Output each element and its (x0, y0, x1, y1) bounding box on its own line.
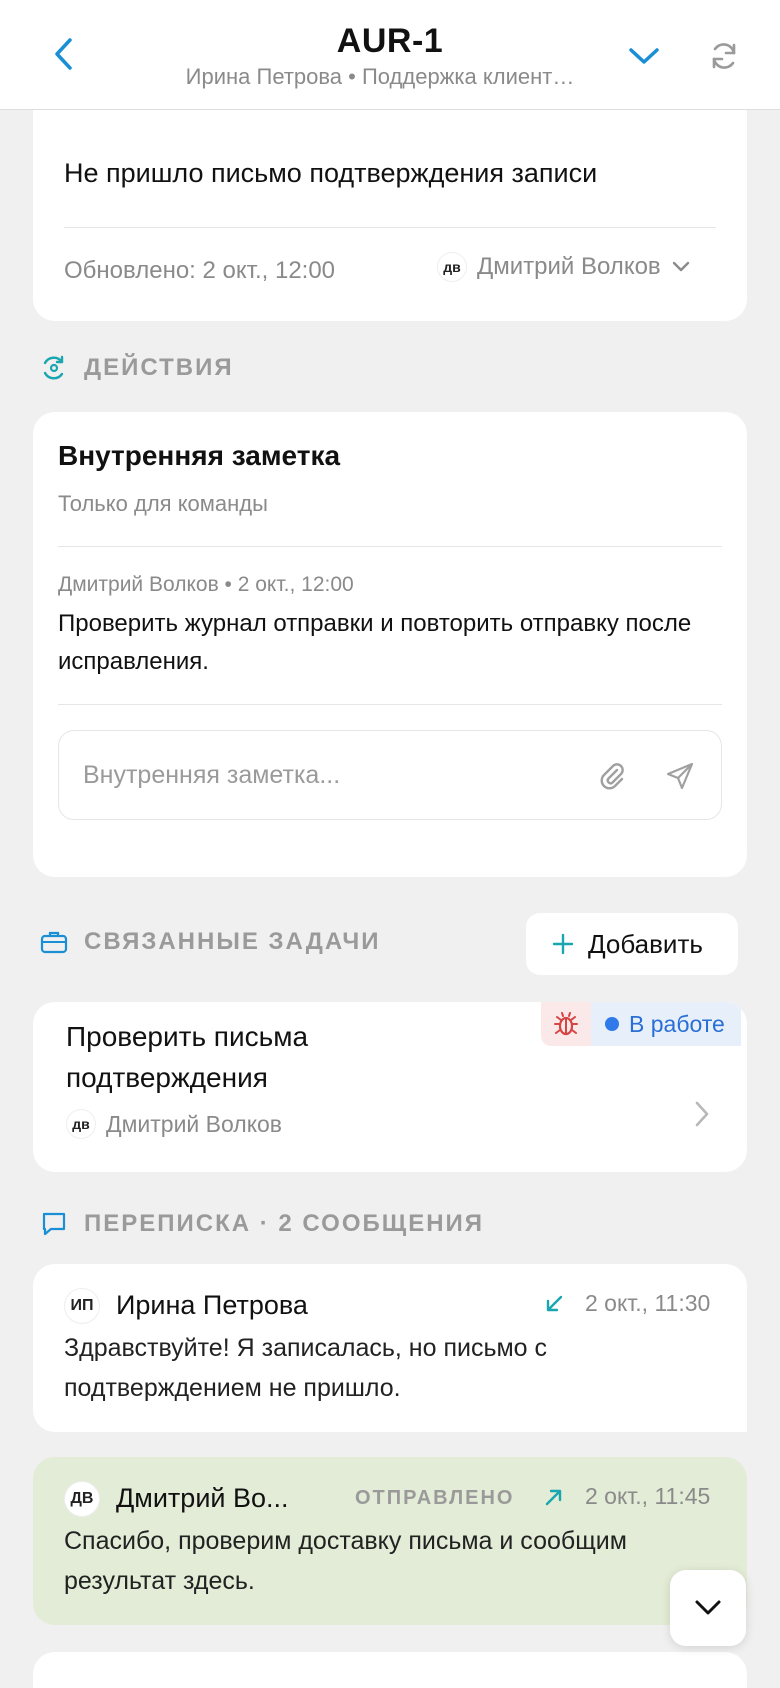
note-subtitle: Только для команды (58, 491, 268, 516)
message-author: Дмитрий Во... (116, 1483, 289, 1513)
assignee-selector[interactable]: дв Дмитрий Волков (437, 252, 691, 282)
reply-composer (33, 1652, 747, 1688)
sent-status: ОТПРАВЛЕНО (355, 1487, 515, 1509)
attach-button[interactable] (593, 757, 631, 795)
status-label: В работе (629, 1010, 725, 1037)
status-badge: В работе (591, 1002, 741, 1046)
task-assignee: дв Дмитрий Волков (66, 1109, 282, 1139)
scroll-down-button[interactable] (670, 1570, 746, 1646)
section-title: СВЯЗАННЫЕ ЗАДАЧИ (84, 928, 381, 955)
briefcase-icon (40, 931, 68, 954)
ticket-subtitle: Ирина Петрова • Поддержка клиент… (185, 64, 575, 89)
divider (64, 227, 716, 228)
chat-icon (42, 1212, 66, 1236)
message-text: Спасибо, проверим доставку письма и сооб… (64, 1527, 627, 1595)
avatar: дв (66, 1109, 96, 1139)
send-note-button[interactable] (661, 757, 699, 795)
plus-icon (552, 933, 574, 955)
section-title: ПЕРЕПИСКА · 2 СООБЩЕНИЯ (84, 1210, 485, 1237)
task-title: Проверить письма подтверждения (66, 1021, 309, 1093)
note-composer (58, 730, 722, 820)
message-time: 2 окт., 11:30 (585, 1290, 711, 1316)
related-tasks-section-header: СВЯЗАННЫЕ ЗАДАЧИ (40, 928, 381, 956)
section-title: ДЕЙСТВИЯ (84, 354, 234, 381)
send-icon (666, 762, 694, 790)
conversation-section-header: ПЕРЕПИСКА · 2 СООБЩЕНИЯ (40, 1210, 484, 1238)
chevron-down-icon (629, 48, 659, 64)
divider (58, 546, 722, 547)
chevron-right-icon (687, 1096, 717, 1132)
avatar: дв (437, 252, 467, 282)
chevron-down-icon (672, 261, 689, 272)
paperclip-icon (600, 763, 624, 790)
avatar: ИП (64, 1288, 100, 1324)
outgoing-arrow-icon (542, 1483, 566, 1511)
note-text: Проверить журнал отправки и повторить от… (58, 610, 692, 675)
assignee-name: Дмитрий Волков (477, 253, 661, 280)
divider (58, 704, 722, 705)
message-time: 2 окт., 11:45 (585, 1483, 711, 1509)
refresh-icon (712, 43, 736, 69)
add-related-task-button[interactable]: Добавить (526, 913, 738, 975)
add-button-label: Добавить (588, 928, 703, 959)
note-title: Внутренняя заметка (58, 440, 341, 471)
expand-button[interactable] (624, 36, 664, 76)
ticket-summary-card: Не пришло письмо подтверждения записи Об… (33, 80, 747, 321)
bug-type-badge (541, 1002, 591, 1046)
incoming-arrow-icon (542, 1290, 566, 1318)
assignee-name: Дмитрий Волков (106, 1110, 283, 1137)
message-incoming: ИП Ирина Петрова 2 окт., 11:30 Здравству… (33, 1264, 747, 1432)
related-task-card[interactable]: Проверить письма подтверждения В работе … (33, 1002, 747, 1172)
chevron-down-icon (695, 1600, 721, 1615)
task-badges: В работе (541, 1002, 741, 1046)
status-dot (605, 1017, 619, 1031)
message-text: Здравствуйте! Я записалась, но письмо с … (64, 1334, 548, 1402)
message-author: Ирина Петрова (116, 1290, 308, 1320)
note-input[interactable] (83, 731, 563, 819)
internal-note-card: Внутренняя заметка Только для команды Дм… (33, 412, 747, 877)
top-bar: AUR-1 Ирина Петрова • Поддержка клиент… (0, 0, 780, 110)
updated-timestamp: Обновлено: 2 окт., 12:00 (64, 257, 336, 284)
refresh-button[interactable] (704, 36, 744, 76)
message-outgoing: ДВ Дмитрий Во... ОТПРАВЛЕНО 2 окт., 11:4… (33, 1457, 747, 1625)
actions-section-header: ДЕЙСТВИЯ (40, 354, 234, 382)
note-meta: Дмитрий Волков • 2 окт., 12:00 (58, 573, 354, 596)
avatar: ДВ (64, 1481, 100, 1517)
ticket-subject: Не пришло письмо подтверждения записи (64, 158, 598, 188)
bug-icon (554, 1012, 578, 1036)
activity-icon (43, 355, 64, 380)
